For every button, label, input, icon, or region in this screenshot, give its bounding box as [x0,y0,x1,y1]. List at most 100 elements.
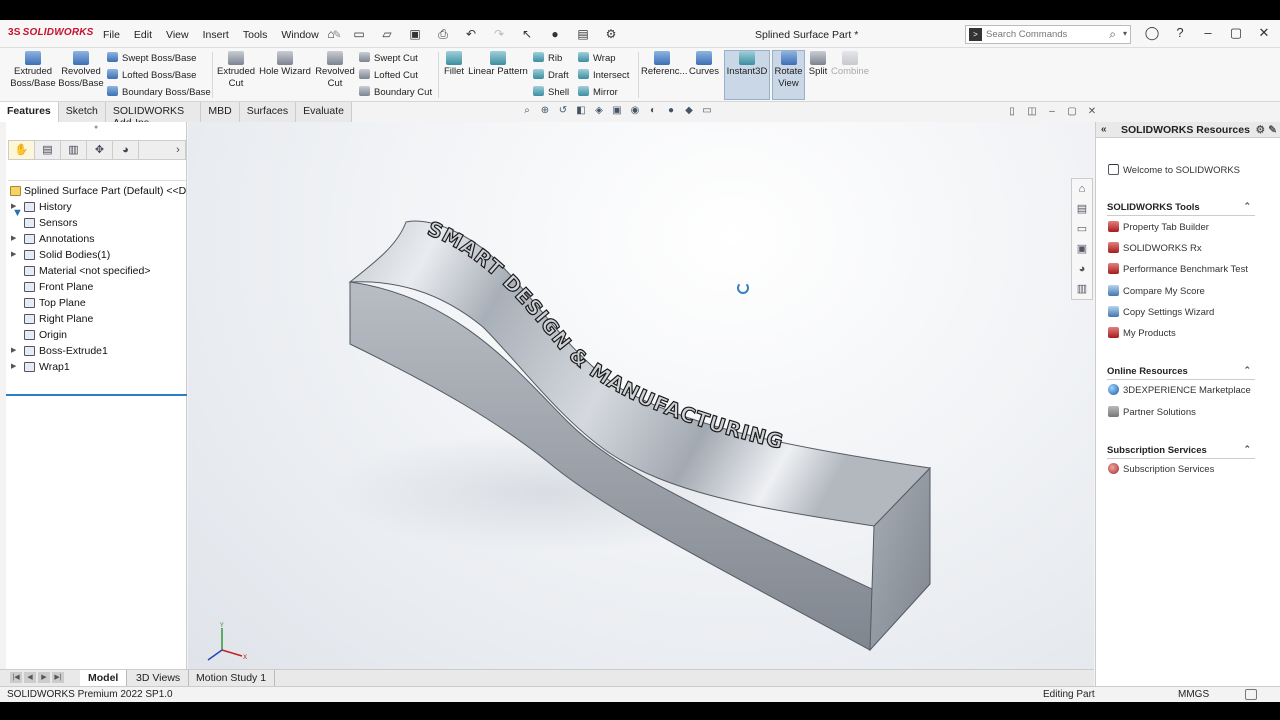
graphics-area[interactable]: SMART DESIGN & MANUFACTURING Y X [188,122,1094,692]
draft-button[interactable]: Draft [533,69,569,81]
rollback-bar[interactable] [6,394,187,396]
appearances-icon[interactable]: ◕ [1072,259,1092,279]
linear-pattern-button[interactable]: Linear Pattern [468,51,528,78]
view-orientation-icon[interactable]: ▣ [610,104,624,118]
tab-3d-views[interactable]: 3D Views [128,670,190,686]
benchmark-test-link[interactable]: Performance Benchmark Test [1108,263,1248,275]
chevron-right-icon[interactable]: › [171,141,185,159]
restore-viewport-icon[interactable]: ▯ [1006,106,1018,118]
combine-button[interactable]: Combine [830,51,870,78]
filter-bar[interactable]: ▼ [8,163,186,219]
display-style-icon[interactable]: ◉ [628,104,642,118]
next-tab-icon[interactable]: ▶ [38,672,50,683]
chevron-down-icon[interactable]: ▾ [1123,29,1127,38]
tab-features[interactable]: Features [0,102,59,122]
boundary-cut-button[interactable]: Boundary Cut [359,86,432,98]
lofted-boss-button[interactable]: Lofted Boss/Base [107,69,196,81]
close-button[interactable]: ✕ [1256,25,1272,41]
select-icon[interactable]: ↖ [516,26,538,42]
reference-geometry-button[interactable]: Referenc... [641,51,687,78]
home-icon[interactable]: ⌂ [320,26,342,42]
expand-arrow-icon[interactable]: ▶ [11,199,16,215]
pane-pin-icon[interactable]: ✎ [1268,122,1277,138]
tab-evaluate[interactable]: Evaluate [296,102,352,122]
hole-wizard-button[interactable]: Hole Wizard [258,51,312,78]
dimxpert-tab-icon[interactable]: ✥ [87,141,113,159]
my-products-link[interactable]: My Products [1108,327,1176,339]
copy-settings-link[interactable]: Copy Settings Wizard [1108,306,1214,318]
welcome-link[interactable]: Welcome to SOLIDWORKS [1108,164,1240,176]
prev-tab-icon[interactable]: ◀ [24,672,36,683]
tree-item-origin[interactable]: Origin [8,327,186,343]
previous-view-icon[interactable]: ↺ [556,104,570,118]
open-icon[interactable]: ▱ [376,26,398,42]
marketplace-link[interactable]: 3DEXPERIENCE Marketplace [1108,384,1251,396]
save-icon[interactable]: ▣ [404,26,426,42]
help-icon[interactable]: ? [1172,25,1188,41]
fillet-button[interactable]: Fillet [441,51,467,78]
tree-item-material[interactable]: Material <not specified> [8,263,186,279]
property-tab-builder-link[interactable]: Property Tab Builder [1108,221,1209,233]
menu-file[interactable]: File [96,29,127,41]
pane-settings-gear-icon[interactable]: ⚙ [1256,122,1265,138]
expand-arrow-icon[interactable]: ▶ [11,247,16,263]
tab-motion-study[interactable]: Motion Study 1 [188,670,276,686]
comment-icon[interactable] [1245,689,1257,700]
menu-insert[interactable]: Insert [196,29,236,41]
subscription-services-link[interactable]: Subscription Services [1108,463,1214,475]
chevron-up-icon[interactable]: ⌃ [1243,365,1251,376]
tree-item-boss-extrude1[interactable]: ▶ Boss-Extrude1 [8,343,186,359]
last-tab-icon[interactable]: ▶| [52,672,64,683]
search-commands[interactable]: > Search Commands ⌕ ▾ [965,25,1131,44]
section-view-icon[interactable]: ◧ [574,104,588,118]
tree-item-wrap1[interactable]: ▶ Wrap1 [8,359,186,375]
viewport-maximize-icon[interactable]: ▢ [1066,106,1078,118]
menu-edit[interactable]: Edit [127,29,159,41]
view-settings-icon[interactable]: ▭ [700,104,714,118]
tree-item-annotations[interactable]: ▶ Annotations [8,231,186,247]
expand-arrow-icon[interactable]: ▶ [11,359,16,375]
extruded-boss-button[interactable]: Extruded Boss/Base [10,51,56,90]
viewport-minimize-icon[interactable]: – [1046,106,1058,118]
mirror-button[interactable]: Mirror [578,86,618,98]
swept-cut-button[interactable]: Swept Cut [359,52,418,64]
expand-arrow-icon[interactable]: ▶ [11,231,16,247]
tab-surfaces[interactable]: Surfaces [239,102,297,122]
solidworks-rx-link[interactable]: SOLIDWORKS Rx [1108,242,1202,254]
expand-arrow-icon[interactable]: ▶ [11,343,16,359]
extruded-cut-button[interactable]: Extruded Cut [216,51,256,90]
online-section-header[interactable]: Online Resources ⌃ [1107,365,1255,380]
design-library-icon[interactable]: ▤ [1072,199,1092,219]
shell-button[interactable]: Shell [533,86,569,98]
tree-item-right-plane[interactable]: Right Plane [8,311,186,327]
undo-icon[interactable]: ↶ [460,26,482,42]
revolved-boss-button[interactable]: Revolved Boss/Base [58,51,104,90]
user-icon[interactable]: ◯ [1144,25,1160,41]
maximize-button[interactable]: ▢ [1228,25,1244,41]
configuration-manager-tab-icon[interactable]: ▥ [61,141,87,159]
tab-sketch[interactable]: Sketch [58,102,106,122]
compare-score-link[interactable]: Compare My Score [1108,285,1205,297]
panel-grip-icon[interactable]: ● [94,124,98,131]
viewport-close-icon[interactable]: ✕ [1086,106,1098,118]
menu-view[interactable]: View [159,29,196,41]
tab-model[interactable]: Model [80,670,128,686]
first-tab-icon[interactable]: |◀ [10,672,22,683]
menu-tools[interactable]: Tools [236,29,275,41]
file-properties-icon[interactable]: ▤ [572,26,594,42]
file-explorer-icon[interactable]: ▭ [1072,219,1092,239]
tree-item-top-plane[interactable]: Top Plane [8,295,186,311]
rotate-view-button[interactable]: Rotate View [772,50,805,100]
intersect-button[interactable]: Intersect [578,69,629,81]
rebuild-icon[interactable]: ● [544,26,566,42]
view-palette-icon[interactable]: ▣ [1072,239,1092,259]
solidworks-logo[interactable]: 3S SOLIDWORKS [8,27,94,38]
tree-item-front-plane[interactable]: Front Plane [8,279,186,295]
feature-tree-tab-icon[interactable]: ✋ [9,141,35,159]
minimize-button[interactable]: – [1200,25,1216,41]
dynamic-annotation-icon[interactable]: ◈ [592,104,606,118]
unit-system-button[interactable]: MMGS [1178,687,1209,702]
tree-root[interactable]: Splined Surface Part (Default) <<Def [8,183,186,199]
edit-appearance-icon[interactable]: ● [664,104,678,118]
lofted-cut-button[interactable]: Lofted Cut [359,69,418,81]
